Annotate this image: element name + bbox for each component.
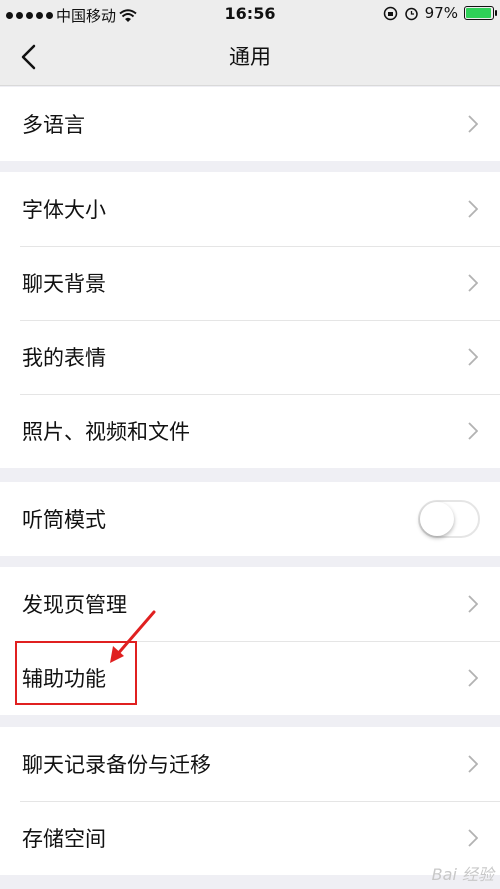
row-label: 多语言 <box>22 113 85 137</box>
row-label: 存储空间 <box>22 827 106 851</box>
row-chat-background[interactable]: 聊天背景 <box>0 246 500 320</box>
row-label: 聊天记录备份与迁移 <box>22 753 211 777</box>
row-label: 字体大小 <box>22 198 106 222</box>
chevron-right-icon <box>468 115 478 133</box>
battery-icon <box>464 6 497 20</box>
status-bar: 中国移动 16:56 97% <box>0 0 500 28</box>
chevron-right-icon <box>468 595 478 613</box>
rotation-lock-icon <box>383 6 397 20</box>
annotation-arrow-icon <box>110 610 156 663</box>
row-label: 听筒模式 <box>22 508 106 532</box>
group-display: 字体大小 聊天背景 我的表情 照片、视频和文件 <box>0 172 500 468</box>
chevron-right-icon <box>468 274 478 292</box>
row-font-size[interactable]: 字体大小 <box>0 172 500 246</box>
earpiece-toggle[interactable] <box>418 500 480 538</box>
row-label: 照片、视频和文件 <box>22 420 190 444</box>
chevron-right-icon <box>468 200 478 218</box>
battery-percent: 97% <box>424 4 458 22</box>
row-stickers[interactable]: 我的表情 <box>0 320 500 394</box>
page-title: 通用 <box>229 45 271 69</box>
row-language[interactable]: 多语言 <box>0 87 500 161</box>
row-chat-backup[interactable]: 聊天记录备份与迁移 <box>0 727 500 801</box>
row-media[interactable]: 照片、视频和文件 <box>0 394 500 468</box>
chevron-right-icon <box>468 348 478 366</box>
alarm-icon <box>404 7 418 20</box>
row-label: 聊天背景 <box>22 272 106 296</box>
nav-bar: 通用 <box>0 28 500 86</box>
group-storage: 聊天记录备份与迁移 存储空间 <box>0 727 500 875</box>
group-earpiece: 听筒模式 <box>0 482 500 556</box>
group-language: 多语言 <box>0 87 500 161</box>
row-label: 我的表情 <box>22 346 106 370</box>
chevron-right-icon <box>468 669 478 687</box>
status-right: 97% <box>383 4 497 22</box>
chevron-right-icon <box>468 422 478 440</box>
row-discover-management[interactable]: 发现页管理 <box>0 567 500 641</box>
toggle-knob <box>420 502 454 536</box>
watermark: Bai 经验 <box>431 865 494 884</box>
chevron-right-icon <box>468 755 478 773</box>
row-storage-space[interactable]: 存储空间 <box>0 801 500 875</box>
chevron-right-icon <box>468 829 478 847</box>
row-earpiece-mode: 听筒模式 <box>0 482 500 556</box>
